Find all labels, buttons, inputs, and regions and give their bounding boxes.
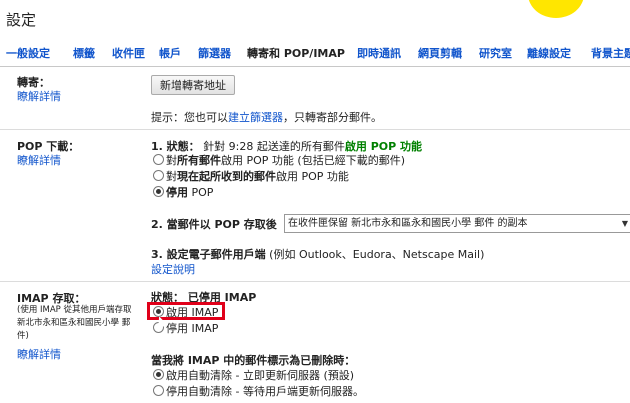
settings-tabs: 一般設定 標籤 收件匣 帳戶 篩選器 轉寄和 POP/IMAP 即時通訊 網頁剪… <box>0 40 630 67</box>
forwarding-learn-more-link[interactable]: 瞭解詳情 <box>17 88 61 104</box>
tab-web-clips[interactable]: 網頁剪輯 <box>418 45 462 61</box>
imap-deleted-heading: 當我將 IMAP 中的郵件標示為已刪除時： <box>151 354 356 367</box>
pop-all-mail-option[interactable]: 對所有郵件啟用 POP 功能 (包括已經下載的郵件) <box>166 152 405 168</box>
tab-general[interactable]: 一般設定 <box>6 45 50 61</box>
add-forwarding-address-button[interactable]: 新增轉寄地址 <box>151 75 235 95</box>
title-bar: 設定 <box>0 0 630 34</box>
tab-offline[interactable]: 離線設定 <box>527 45 571 61</box>
configure-client-examples: (例如 Outlook、Eudora、Netscape Mail) <box>265 248 485 261</box>
section-divider <box>0 281 630 282</box>
forwarding-tip: 提示：您也可以建立篩選器，只轉寄部分郵件。 <box>151 109 382 125</box>
option-bold: 現在起所收到的郵件 <box>177 170 276 183</box>
tip-suffix: ，只轉寄部分郵件。 <box>283 111 382 124</box>
option-bold: 所有郵件 <box>177 154 221 167</box>
option-suffix: 啟用 POP 功能 (包括已經下載的郵件) <box>221 154 405 167</box>
configuration-instructions-link[interactable]: 設定說明 <box>151 261 195 277</box>
select-value: 在收件匣保留 新北市永和區永和國民小學 郵件 的副本 <box>288 218 528 229</box>
imap-learn-more-link[interactable]: 瞭解詳情 <box>17 346 61 362</box>
tab-filters[interactable]: 篩選器 <box>198 45 231 61</box>
pop-all-mail-radio[interactable] <box>153 154 164 165</box>
pop-learn-more-link[interactable]: 瞭解詳情 <box>17 152 61 168</box>
auto-expunge-on-label[interactable]: 啟用自動清除 - 立即更新伺服器 (預設) <box>166 367 354 383</box>
auto-expunge-off-label[interactable]: 停用自動清除 - 等待用戶端更新伺服器。 <box>166 383 364 399</box>
auto-expunge-off-radio[interactable] <box>153 385 164 396</box>
pop-when-accessed-select[interactable]: 在收件匣保留 新北市永和區永和國民小學 郵件 的副本 ▼ <box>284 214 630 233</box>
tab-accounts[interactable]: 帳戶 <box>159 45 181 61</box>
imap-disable-label[interactable]: 停用 IMAP <box>166 320 218 336</box>
pop-configure-client: 3. 設定電子郵件用戶端 (例如 Outlook、Eudora、Netscape… <box>151 246 484 262</box>
pop-new-mail-option[interactable]: 對現在起所收到的郵件啟用 POP 功能 <box>166 168 349 184</box>
option-suffix: POP <box>188 186 214 199</box>
page-title: 設定 <box>6 11 37 29</box>
section-divider <box>0 129 630 130</box>
tip-prefix: 提示：您也可以 <box>151 111 228 124</box>
tab-forwarding-pop-imap[interactable]: 轉寄和 POP/IMAP <box>247 45 345 61</box>
imap-sublabel: (使用 IMAP 從其他用戶端存取 新北市永和區永和國民小學 郵件) <box>17 305 132 341</box>
option-suffix: 啟用 POP 功能 <box>276 170 349 183</box>
theme-decoration <box>528 0 584 18</box>
chevron-down-icon: ▼ <box>621 219 628 228</box>
tab-labels[interactable]: 標籤 <box>73 45 95 61</box>
tab-chat[interactable]: 即時通訊 <box>357 45 401 61</box>
pop-disable-option[interactable]: 停用 POP <box>166 184 213 200</box>
tab-inbox[interactable]: 收件匣 <box>112 45 145 61</box>
option-prefix: 對 <box>166 170 177 183</box>
configure-client-heading: 3. 設定電子郵件用戶端 <box>151 248 266 261</box>
option-prefix: 對 <box>166 154 177 167</box>
option-bold: 停用 <box>166 186 188 199</box>
pop-when-accessed-label: 2. 當郵件以 POP 存取後 <box>151 218 277 231</box>
pop-new-mail-radio[interactable] <box>153 170 164 181</box>
create-filter-link[interactable]: 建立篩選器 <box>228 111 283 124</box>
tab-labs[interactable]: 研究室 <box>479 45 512 61</box>
tab-themes[interactable]: 背景主題 <box>591 45 630 61</box>
pop-disable-radio[interactable] <box>153 186 164 197</box>
auto-expunge-on-radio[interactable] <box>153 369 164 380</box>
